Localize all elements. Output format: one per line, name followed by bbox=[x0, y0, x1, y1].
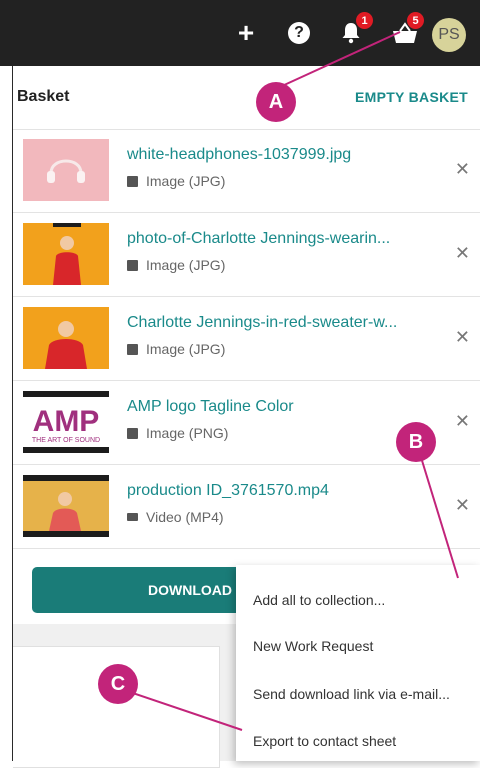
image-icon bbox=[127, 175, 138, 187]
empty-basket-button[interactable]: EMPTY BASKET bbox=[355, 89, 468, 105]
remove-item-button[interactable]: ✕ bbox=[455, 327, 470, 348]
list-item[interactable]: production ID_3761570.mp4 Video (MP4) ✕ bbox=[13, 465, 480, 549]
menu-item-send-download-link[interactable]: Send download link via e-mail... bbox=[253, 686, 450, 702]
remove-item-button[interactable]: ✕ bbox=[455, 495, 470, 516]
item-type: Image (JPG) bbox=[127, 257, 225, 273]
menu-item-add-to-collection[interactable]: Add all to collection... bbox=[253, 592, 385, 608]
notifications-button[interactable]: 1 bbox=[338, 0, 373, 66]
help-button[interactable]: ? bbox=[286, 0, 312, 66]
item-name[interactable]: Charlotte Jennings-in-red-sweater-w... bbox=[127, 314, 397, 332]
item-type-label: Image (PNG) bbox=[146, 425, 229, 441]
item-name[interactable]: photo-of-Charlotte Jennings-wearin... bbox=[127, 230, 390, 248]
item-type-label: Image (JPG) bbox=[146, 173, 226, 189]
list-item[interactable]: white-headphones-1037999.jpg Image (JPG)… bbox=[13, 129, 480, 213]
question-icon: ? bbox=[288, 22, 310, 44]
thumbnail-headphones bbox=[23, 139, 109, 201]
item-type-label: Video (MP4) bbox=[146, 509, 224, 525]
basket-button[interactable]: 5 bbox=[390, 0, 424, 66]
remove-item-button[interactable]: ✕ bbox=[455, 159, 470, 180]
item-name[interactable]: production ID_3761570.mp4 bbox=[127, 482, 329, 500]
video-icon bbox=[127, 513, 138, 521]
image-icon bbox=[127, 259, 138, 271]
image-icon bbox=[127, 427, 138, 439]
item-name[interactable]: white-headphones-1037999.jpg bbox=[127, 146, 351, 164]
basket-panel: Basket EMPTY BASKET white-headphones-103… bbox=[13, 66, 480, 549]
item-type-label: Image (JPG) bbox=[146, 341, 226, 357]
thumbnail-amp-logo: AMP THE ART OF SOUND bbox=[23, 391, 109, 453]
top-bar: + ? 1 5 PS bbox=[0, 0, 480, 66]
callout-a: A bbox=[256, 82, 296, 122]
plus-icon: + bbox=[237, 17, 255, 48]
download-options-menu: Add all to collection... New Work Reques… bbox=[236, 565, 480, 761]
avatar[interactable]: PS bbox=[432, 18, 466, 52]
item-type: Image (PNG) bbox=[127, 425, 228, 441]
menu-item-export-contact-sheet[interactable]: Export to contact sheet bbox=[253, 733, 396, 749]
image-icon bbox=[127, 343, 138, 355]
item-type: Image (JPG) bbox=[127, 173, 225, 189]
thumbnail-charlotte-1 bbox=[23, 223, 109, 285]
item-type-label: Image (JPG) bbox=[146, 257, 226, 273]
remove-item-button[interactable]: ✕ bbox=[455, 411, 470, 432]
basket-count-badge: 5 bbox=[407, 12, 424, 29]
page-title: Basket bbox=[17, 88, 70, 105]
add-button[interactable]: + bbox=[234, 0, 258, 66]
basket-header: Basket EMPTY BASKET bbox=[13, 66, 480, 130]
callout-c: C bbox=[98, 664, 138, 704]
item-name[interactable]: AMP logo Tagline Color bbox=[127, 398, 294, 416]
list-item[interactable]: Charlotte Jennings-in-red-sweater-w... I… bbox=[13, 297, 480, 381]
amp-logo-text: AMP bbox=[33, 405, 100, 438]
remove-item-button[interactable]: ✕ bbox=[455, 243, 470, 264]
item-type: Video (MP4) bbox=[127, 509, 224, 525]
notification-count-badge: 1 bbox=[356, 12, 373, 29]
menu-item-new-work-request[interactable]: New Work Request bbox=[253, 638, 373, 654]
callout-b: B bbox=[396, 422, 436, 462]
amp-logo-tagline: THE ART OF SOUND bbox=[32, 437, 100, 444]
thumbnail-production-video bbox=[23, 475, 109, 537]
item-type: Image (JPG) bbox=[127, 341, 225, 357]
thumbnail-charlotte-2 bbox=[23, 307, 109, 369]
left-border bbox=[0, 66, 13, 761]
list-item[interactable]: photo-of-Charlotte Jennings-wearin... Im… bbox=[13, 213, 480, 297]
